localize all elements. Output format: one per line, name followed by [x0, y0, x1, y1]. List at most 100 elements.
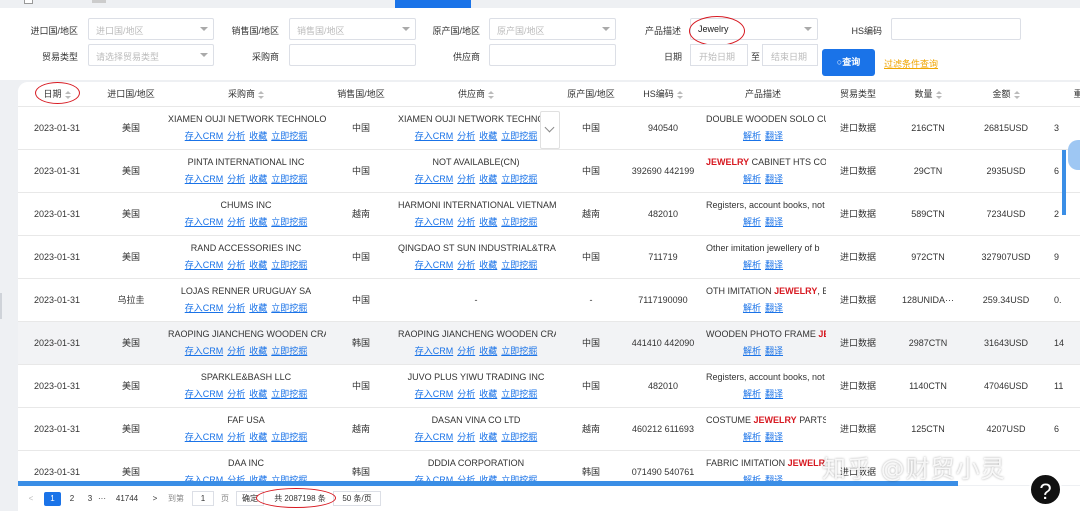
buyer-action-link[interactable]: 存入CRM [185, 174, 224, 184]
supplier-action-link[interactable]: 立即挖掘 [501, 260, 537, 270]
desc-action-link[interactable]: 翻译 [765, 303, 783, 313]
sort-icon[interactable] [258, 90, 264, 99]
buyer-action-link[interactable]: 存入CRM [185, 389, 224, 399]
table-row[interactable]: 2023-01-31 美国 PINTA INTERNATIONAL INC 存入C… [18, 149, 1080, 193]
sort-icon[interactable] [935, 90, 942, 99]
buyer-action-link[interactable]: 分析 [227, 303, 245, 313]
buyer-action-link[interactable]: 存入CRM [185, 346, 224, 356]
buyer-action-link[interactable]: 分析 [227, 346, 245, 356]
supplier-action-link[interactable]: 收藏 [479, 389, 497, 399]
buyer-name[interactable]: XIAMEN OUJI NETWORK TECHNOLOGY [166, 114, 326, 124]
buyer-action-link[interactable]: 收藏 [249, 389, 267, 399]
supplier-name[interactable]: NOT AVAILABLE(CN) [396, 157, 556, 167]
active-tab[interactable] [395, 0, 471, 8]
hs-code-input[interactable] [891, 18, 1021, 40]
buyer-action-link[interactable]: 分析 [227, 131, 245, 141]
prev-page-button[interactable]: < [26, 492, 36, 506]
buyer-name[interactable]: RAOPING JIANCHENG WOODEN CRAFT [166, 329, 326, 339]
supplier-name[interactable]: QINGDAO ST SUN INDUSTRIAL&TRADE [396, 243, 556, 253]
buyer-action-link[interactable]: 收藏 [249, 346, 267, 356]
supplier-name[interactable]: - [396, 295, 556, 305]
supplier-action-link[interactable]: 存入CRM [415, 217, 454, 227]
buyer-action-link[interactable]: 分析 [227, 217, 245, 227]
page-ellipsis[interactable]: ··· [96, 492, 108, 506]
buyer-input[interactable] [289, 44, 416, 66]
buyer-action-link[interactable]: 存入CRM [185, 217, 224, 227]
table-row[interactable]: 2023-01-31 美国 FAF USA 存入CRM 分析 收藏 立即挖掘 越南 DA… [18, 407, 1080, 451]
supplier-action-link[interactable]: 收藏 [479, 131, 497, 141]
desc-action-link[interactable]: 解析 [743, 131, 761, 141]
checkbox-icon[interactable] [24, 0, 33, 4]
supplier-input[interactable] [489, 44, 616, 66]
supplier-name[interactable]: DASAN VINA CO LTD [396, 415, 556, 425]
buyer-action-link[interactable]: 分析 [227, 174, 245, 184]
supplier-action-link[interactable]: 分析 [457, 217, 475, 227]
buyer-name[interactable]: FAF USA [166, 415, 326, 425]
supplier-action-link[interactable]: 收藏 [479, 174, 497, 184]
desc-action-link[interactable]: 解析 [743, 432, 761, 442]
buyer-name[interactable]: LOJAS RENNER URUGUAY SA [166, 286, 326, 296]
table-row[interactable]: 2023-01-31 美国 RAOPING JIANCHENG WOODEN C… [18, 321, 1080, 365]
buyer-name[interactable]: PINTA INTERNATIONAL INC [166, 157, 326, 167]
buyer-action-link[interactable]: 立即挖掘 [271, 217, 307, 227]
desc-action-link[interactable]: 解析 [743, 260, 761, 270]
col-supplier[interactable]: 供应商 [396, 82, 556, 107]
buyer-action-link[interactable]: 收藏 [249, 131, 267, 141]
supplier-action-link[interactable]: 分析 [457, 260, 475, 270]
supplier-action-link[interactable]: 立即挖掘 [501, 432, 537, 442]
supplier-action-link[interactable]: 分析 [457, 174, 475, 184]
page-1-button[interactable]: 1 [44, 492, 61, 506]
supplier-action-link[interactable]: 分析 [457, 346, 475, 356]
supplier-action-link[interactable]: 收藏 [479, 217, 497, 227]
desc-action-link[interactable]: 解析 [743, 174, 761, 184]
supplier-name[interactable]: HARMONI INTERNATIONAL VIETNAM [396, 200, 556, 210]
supplier-name[interactable]: DDDIA CORPORATION [396, 458, 556, 468]
goto-page-input[interactable]: 1 [192, 491, 214, 506]
buyer-action-link[interactable]: 分析 [227, 260, 245, 270]
desc-action-link[interactable]: 解析 [743, 303, 761, 313]
col-quantity[interactable]: 数量 [890, 82, 966, 107]
origin-country-select[interactable]: 原产国/地区 [489, 18, 616, 40]
supplier-name[interactable]: JUVO PLUS YIWU TRADING INC [396, 372, 556, 382]
desc-action-link[interactable]: 解析 [743, 389, 761, 399]
date-start-input[interactable]: 开始日期 [690, 44, 748, 66]
sort-icon[interactable] [1013, 90, 1020, 99]
sort-icon[interactable] [488, 90, 494, 99]
filter-condition-link[interactable]: 过滤条件查询 [884, 57, 938, 70]
supplier-action-link[interactable]: 立即挖掘 [501, 346, 537, 356]
trade-type-select[interactable]: 请选择贸易类型 [88, 44, 214, 66]
supplier-action-link[interactable]: 分析 [457, 389, 475, 399]
buyer-action-link[interactable]: 分析 [227, 389, 245, 399]
desc-action-link[interactable]: 翻译 [765, 131, 783, 141]
sales-country-select[interactable]: 销售国/地区 [289, 18, 416, 40]
supplier-action-link[interactable]: 分析 [457, 131, 475, 141]
supplier-action-link[interactable]: 立即挖掘 [501, 131, 537, 141]
desc-action-link[interactable]: 翻译 [765, 389, 783, 399]
supplier-action-link[interactable]: 分析 [457, 432, 475, 442]
buyer-action-link[interactable]: 立即挖掘 [271, 346, 307, 356]
buyer-action-link[interactable]: 立即挖掘 [271, 303, 307, 313]
buyer-action-link[interactable]: 存入CRM [185, 131, 224, 141]
supplier-action-link[interactable]: 存入CRM [415, 260, 454, 270]
buyer-action-link[interactable]: 立即挖掘 [271, 174, 307, 184]
buyer-action-link[interactable]: 分析 [227, 432, 245, 442]
supplier-action-link[interactable]: 存入CRM [415, 174, 454, 184]
page-3-button[interactable]: 3 [84, 492, 96, 506]
table-row[interactable]: 2023-01-31 乌拉圭 LOJAS RENNER URUGUAY SA 存入… [18, 278, 1080, 322]
desc-action-link[interactable]: 翻译 [765, 217, 783, 227]
supplier-action-link[interactable]: 存入CRM [415, 389, 454, 399]
buyer-name[interactable]: RAND ACCESSORIES INC [166, 243, 326, 253]
desc-action-link[interactable]: 翻译 [765, 346, 783, 356]
buyer-action-link[interactable]: 收藏 [249, 217, 267, 227]
table-row[interactable]: 2023-01-31 美国 SPARKLE&BASH LLC 存入CRM 分析 收藏立… [18, 364, 1080, 408]
desc-action-link[interactable]: 翻译 [765, 432, 783, 442]
supplier-action-link[interactable]: 存入CRM [415, 432, 454, 442]
buyer-action-link[interactable]: 收藏 [249, 260, 267, 270]
sort-icon[interactable] [676, 90, 683, 99]
table-row[interactable]: 2023-01-31 美国 RAND ACCESSORIES INC 存入CRM 分… [18, 235, 1080, 279]
col-hs-code[interactable]: HS编码 [626, 82, 700, 107]
side-panel-handle[interactable] [1068, 140, 1080, 170]
buyer-action-link[interactable]: 收藏 [249, 174, 267, 184]
buyer-name[interactable]: SPARKLE&BASH LLC [166, 372, 326, 382]
desc-action-link[interactable]: 翻译 [765, 174, 783, 184]
